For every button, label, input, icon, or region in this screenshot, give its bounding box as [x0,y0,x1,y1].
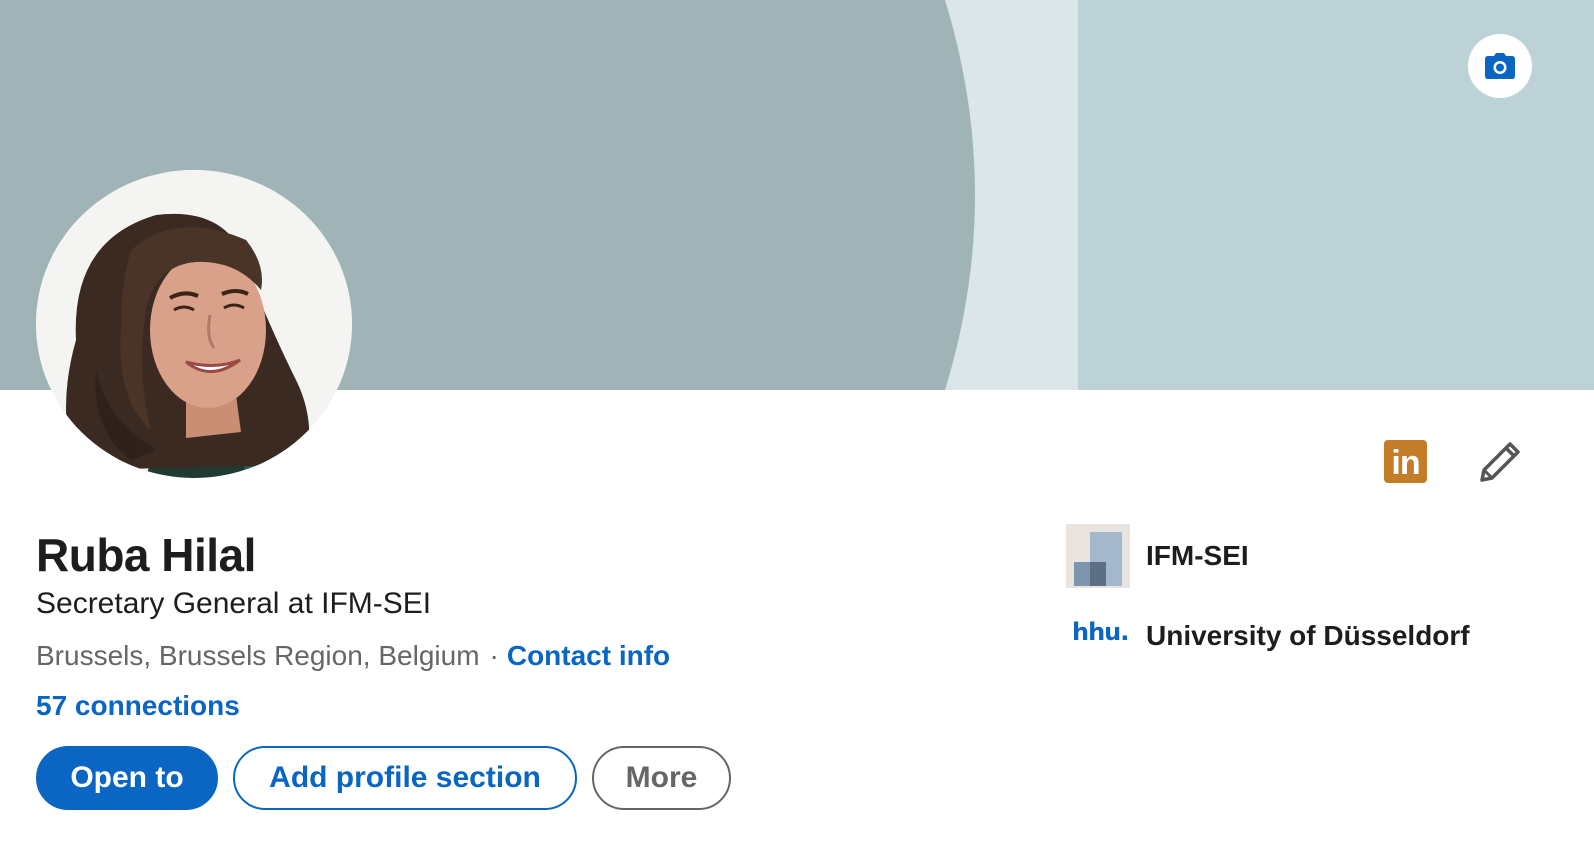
ifm-sei-logo [1066,524,1130,588]
more-button[interactable]: More [592,746,731,810]
location-text: Brussels, Brussels Region, Belgium [36,640,480,671]
hhu-logo: hhu. [1066,604,1130,668]
open-to-button[interactable]: Open to [36,746,218,810]
profile-photo[interactable] [36,170,352,478]
org-item-ifm-sei[interactable]: IFM-SEI [1066,524,1249,588]
connections-link[interactable]: 57 connections [36,688,240,724]
separator: · [489,640,499,671]
org-item-university-of-dusseldorf[interactable]: hhu. University of Düsseldorf [1066,604,1470,668]
org-name: IFM-SEI [1146,540,1249,571]
profile-headline: Secretary General at IFM-SEI [36,587,432,620]
org-name: University of Düsseldorf [1146,620,1470,651]
linkedin-premium-badge[interactable]: in [1384,440,1427,483]
linkedin-icon: in [1391,443,1420,482]
pencil-icon [1480,442,1520,482]
profile-card: in Ruba Hilal Secretary General at IFM-S… [0,0,1594,842]
edit-cover-button[interactable] [1468,34,1532,98]
ifm-sei-logo-art [1066,524,1130,588]
camera-icon [1485,53,1515,79]
add-profile-section-button[interactable]: Add profile section [233,746,577,810]
contact-info-link[interactable]: Contact info [507,640,670,671]
profile-name: Ruba Hilal [36,529,256,581]
edit-intro-button[interactable] [1474,436,1526,488]
location-line: Brussels, Brussels Region, Belgium · Conta… [36,638,670,674]
avatar-image [36,170,352,478]
hhu-logo-text: hhu. [1072,618,1129,646]
